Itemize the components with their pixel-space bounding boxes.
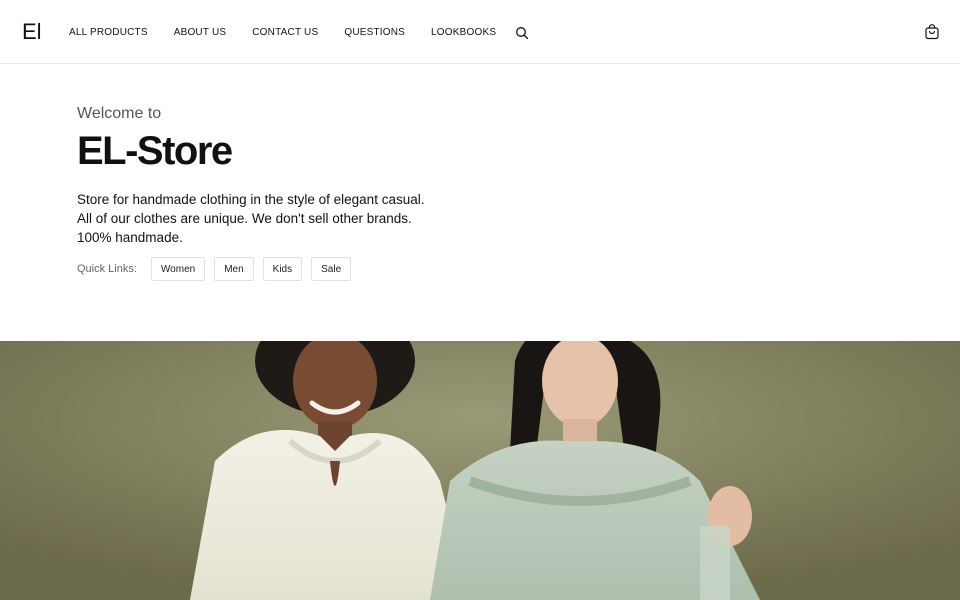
main-nav: ALL PRODUCTS ABOUT US CONTACT US QUESTIO…	[69, 26, 529, 40]
quick-link-women[interactable]: Women	[150, 257, 206, 281]
quick-link-men[interactable]: Men	[214, 257, 254, 281]
quick-link-kids[interactable]: Kids	[262, 257, 303, 281]
hero-photo	[0, 341, 960, 600]
quick-link-sale[interactable]: Sale	[311, 257, 352, 281]
description-line: 100% handmade.	[77, 230, 183, 245]
welcome-text: Welcome to	[77, 105, 162, 122]
page-title: EL-Store	[77, 129, 233, 173]
quick-links: Quick Links: Women Men Kids Sale	[77, 257, 360, 281]
nav-all-products[interactable]: ALL PRODUCTS	[69, 26, 148, 40]
store-description: Store for handmade clothing in the style…	[77, 190, 497, 247]
hero-intro: Welcome to EL-Store Store for handmade c…	[77, 104, 497, 247]
nav-contact-us[interactable]: CONTACT US	[252, 26, 318, 40]
nav-lookbooks[interactable]: LOOKBOOKS	[431, 26, 496, 40]
site-header: El ALL PRODUCTS ABOUT US CONTACT US QUES…	[0, 0, 960, 64]
quick-links-label: Quick Links:	[77, 263, 137, 275]
logo[interactable]: El	[22, 19, 42, 45]
description-line: Store for handmade clothing in the style…	[77, 192, 425, 207]
nav-questions[interactable]: QUESTIONS	[344, 26, 405, 40]
nav-about-us[interactable]: ABOUT US	[174, 26, 227, 40]
search-icon[interactable]	[515, 26, 529, 40]
shopping-bag-icon[interactable]	[924, 24, 940, 40]
description-line: All of our clothes are unique. We don't …	[77, 211, 412, 226]
